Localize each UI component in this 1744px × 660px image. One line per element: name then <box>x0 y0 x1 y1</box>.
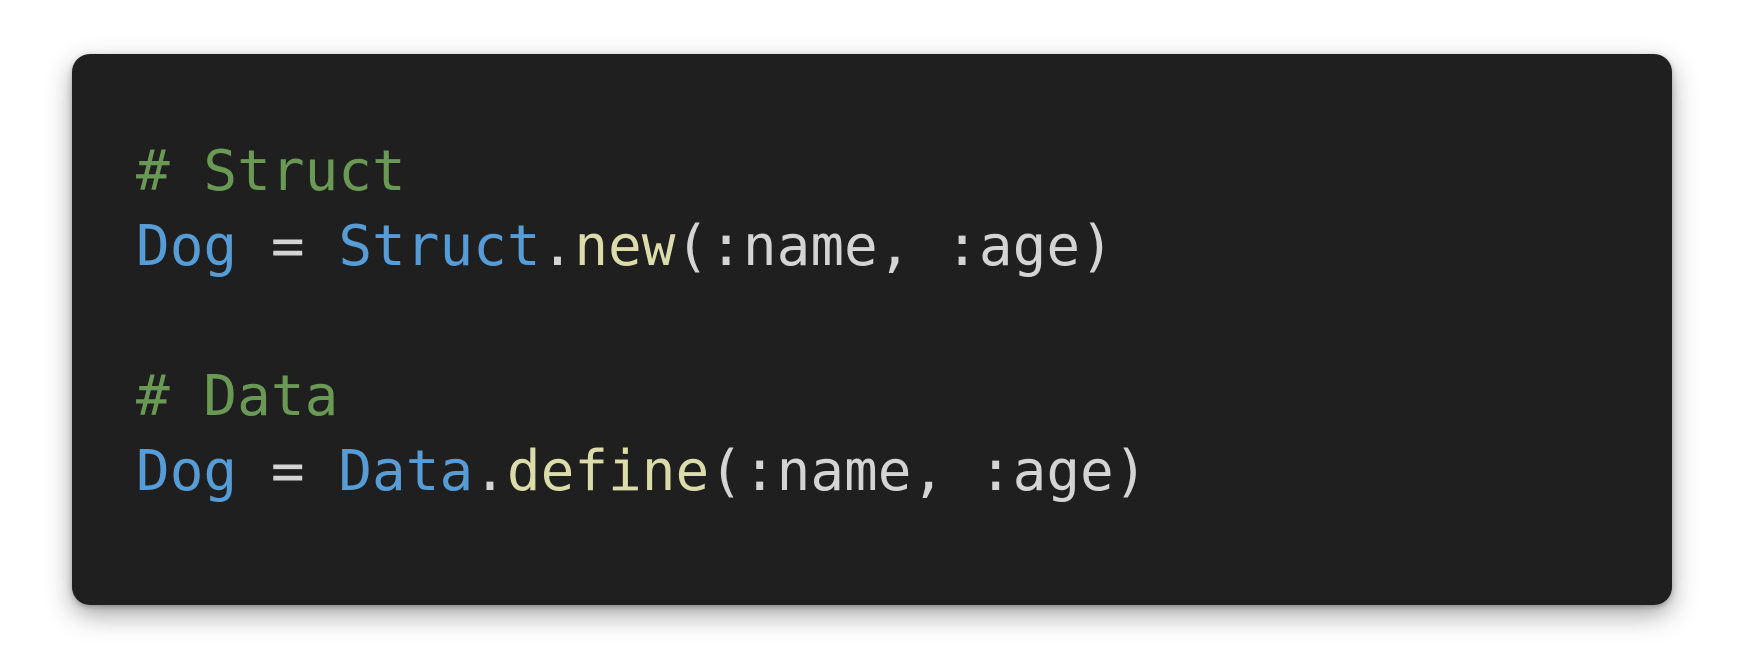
assignment-operator: = <box>237 439 339 504</box>
code-block: # Struct Dog = Struct.new(:name, :age) # D… <box>136 134 1672 509</box>
code-line-1: # Struct <box>136 134 1672 209</box>
comment-struct: # Struct <box>136 139 406 204</box>
code-line-4: # Data <box>136 359 1672 434</box>
comment-data: # Data <box>136 364 339 429</box>
method-define: define <box>506 439 710 504</box>
method-dot: . <box>540 214 575 279</box>
method-dot: . <box>473 439 507 504</box>
code-line-5: Dog = Data.define(:name, :age) <box>136 434 1672 509</box>
code-snippet-card: # Struct Dog = Struct.new(:name, :age) # D… <box>72 54 1672 605</box>
method-arguments: (:name, :age) <box>709 439 1148 504</box>
constant-dog: Dog <box>136 214 238 279</box>
constant-dog: Dog <box>136 439 238 504</box>
code-line-3-blank <box>136 284 1672 359</box>
method-new: new <box>574 214 676 279</box>
code-line-2: Dog = Struct.new(:name, :age) <box>136 209 1672 284</box>
assignment-operator: = <box>237 214 339 279</box>
constant-data: Data <box>338 439 474 504</box>
method-arguments: (:name, :age) <box>675 214 1114 279</box>
constant-struct: Struct <box>338 214 541 279</box>
